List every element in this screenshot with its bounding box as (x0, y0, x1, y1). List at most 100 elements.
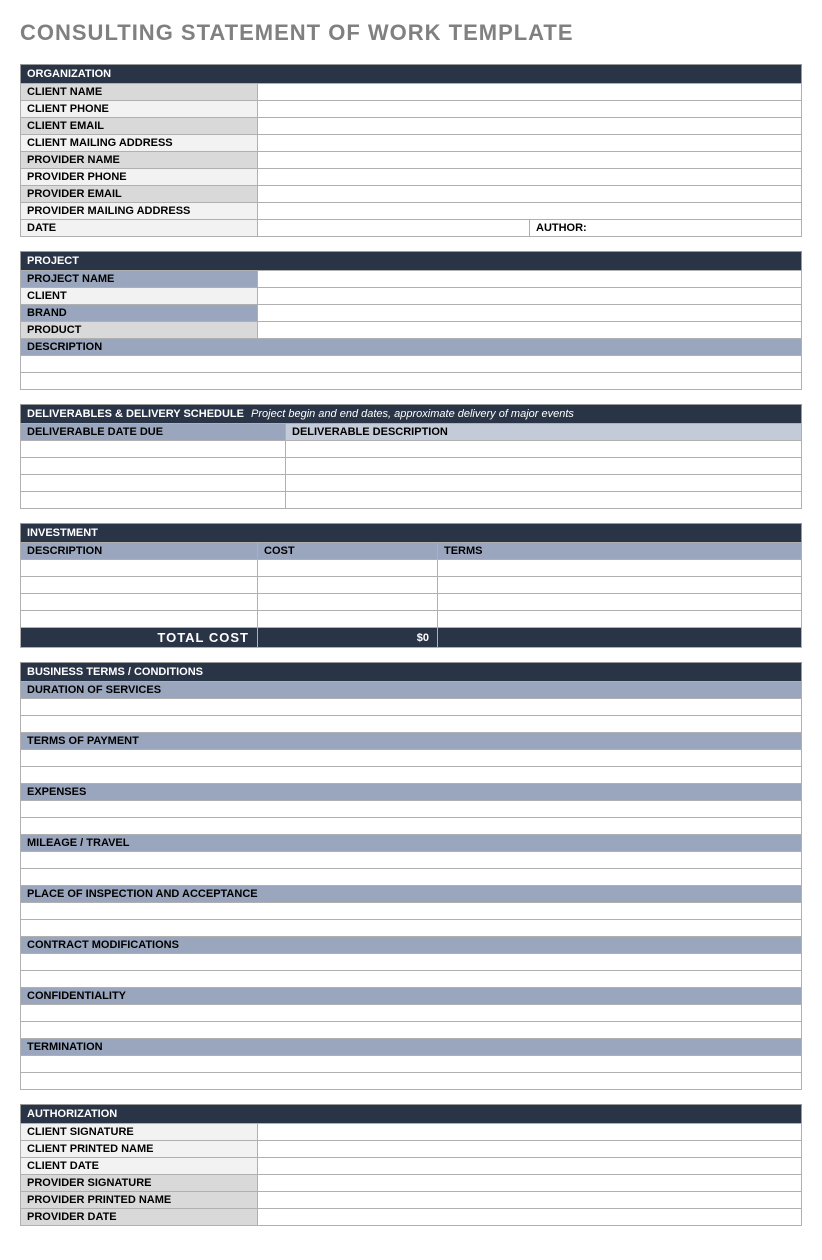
project-value[interactable] (258, 288, 802, 305)
investment-table: DESCRIPTION COST TERMS TOTAL COST $0 (20, 542, 802, 648)
org-value[interactable] (258, 101, 802, 118)
inv-desc-cell[interactable] (21, 577, 258, 594)
date-value[interactable] (258, 220, 530, 237)
org-label: CLIENT NAME (21, 84, 258, 101)
auth-label: PROVIDER PRINTED NAME (21, 1192, 258, 1209)
auth-value[interactable] (258, 1124, 802, 1141)
auth-value[interactable] (258, 1175, 802, 1192)
term-value[interactable] (21, 1073, 802, 1090)
term-value[interactable] (21, 1005, 802, 1022)
term-value[interactable] (21, 920, 802, 937)
term-value[interactable] (21, 869, 802, 886)
deliverables-section: DELIVERABLES & DELIVERY SCHEDULE Project… (20, 404, 802, 509)
project-label: BRAND (21, 305, 258, 322)
project-label: PROJECT NAME (21, 271, 258, 288)
inv-cost-cell[interactable] (258, 611, 438, 628)
org-label: PROVIDER PHONE (21, 169, 258, 186)
project-value[interactable] (258, 305, 802, 322)
deliverable-date-cell[interactable] (21, 475, 286, 492)
deliverable-desc-cell[interactable] (286, 458, 802, 475)
authorization-header: AUTHORIZATION (20, 1104, 802, 1123)
deliverable-desc-cell[interactable] (286, 492, 802, 509)
project-value[interactable] (258, 322, 802, 339)
term-label: TERMS OF PAYMENT (21, 733, 802, 750)
term-value[interactable] (21, 716, 802, 733)
term-label: MILEAGE / TRAVEL (21, 835, 802, 852)
authorization-section: AUTHORIZATION CLIENT SIGNATURECLIENT PRI… (20, 1104, 802, 1226)
deliverable-date-cell[interactable] (21, 441, 286, 458)
investment-header: INVESTMENT (20, 523, 802, 542)
auth-label: PROVIDER DATE (21, 1209, 258, 1226)
deliverables-header-text: DELIVERABLES & DELIVERY SCHEDULE (27, 408, 244, 420)
org-value[interactable] (258, 135, 802, 152)
term-value[interactable] (21, 699, 802, 716)
deliverables-header: DELIVERABLES & DELIVERY SCHEDULE Project… (20, 404, 802, 423)
deliverable-desc-cell[interactable] (286, 441, 802, 458)
org-value[interactable] (258, 186, 802, 203)
deliverable-desc-header: DELIVERABLE DESCRIPTION (286, 424, 802, 441)
deliverable-desc-cell[interactable] (286, 475, 802, 492)
description-label: DESCRIPTION (21, 339, 802, 356)
term-value[interactable] (21, 852, 802, 869)
terms-section: BUSINESS TERMS / CONDITIONS DURATION OF … (20, 662, 802, 1090)
term-value[interactable] (21, 903, 802, 920)
term-value[interactable] (21, 750, 802, 767)
deliverable-date-cell[interactable] (21, 492, 286, 509)
org-value[interactable] (258, 203, 802, 220)
auth-value[interactable] (258, 1158, 802, 1175)
term-label: PLACE OF INSPECTION AND ACCEPTANCE (21, 886, 802, 903)
term-value[interactable] (21, 971, 802, 988)
description-cell[interactable] (21, 373, 802, 390)
inv-terms-cell[interactable] (438, 611, 802, 628)
auth-label: CLIENT DATE (21, 1158, 258, 1175)
term-value[interactable] (21, 818, 802, 835)
term-value[interactable] (21, 1022, 802, 1039)
inv-terms-header: TERMS (438, 543, 802, 560)
term-label: DURATION OF SERVICES (21, 682, 802, 699)
org-value[interactable] (258, 84, 802, 101)
org-value[interactable] (258, 152, 802, 169)
auth-value[interactable] (258, 1209, 802, 1226)
inv-cost-cell[interactable] (258, 560, 438, 577)
auth-label: CLIENT PRINTED NAME (21, 1141, 258, 1158)
inv-desc-cell[interactable] (21, 560, 258, 577)
org-value[interactable] (258, 118, 802, 135)
auth-label: PROVIDER SIGNATURE (21, 1175, 258, 1192)
deliverables-subtitle: Project begin and end dates, approximate… (251, 408, 574, 420)
org-label: CLIENT EMAIL (21, 118, 258, 135)
inv-cost-cell[interactable] (258, 577, 438, 594)
inv-desc-header: DESCRIPTION (21, 543, 258, 560)
org-value[interactable] (258, 169, 802, 186)
project-section: PROJECT PROJECT NAMECLIENTBRANDPRODUCT D… (20, 251, 802, 390)
organization-header: ORGANIZATION (20, 64, 802, 83)
org-label: PROVIDER NAME (21, 152, 258, 169)
project-value[interactable] (258, 271, 802, 288)
deliverable-date-cell[interactable] (21, 458, 286, 475)
inv-terms-cell[interactable] (438, 577, 802, 594)
term-label: CONTRACT MODIFICATIONS (21, 937, 802, 954)
term-value[interactable] (21, 954, 802, 971)
inv-terms-cell[interactable] (438, 594, 802, 611)
inv-cost-cell[interactable] (258, 594, 438, 611)
term-value[interactable] (21, 767, 802, 784)
org-label: CLIENT MAILING ADDRESS (21, 135, 258, 152)
inv-terms-cell[interactable] (438, 560, 802, 577)
term-value[interactable] (21, 1056, 802, 1073)
inv-desc-cell[interactable] (21, 611, 258, 628)
description-cell[interactable] (21, 356, 802, 373)
page-title: CONSULTING STATEMENT OF WORK TEMPLATE (20, 20, 802, 46)
term-label: TERMINATION (21, 1039, 802, 1056)
auth-value[interactable] (258, 1192, 802, 1209)
inv-desc-cell[interactable] (21, 594, 258, 611)
terms-table: DURATION OF SERVICES TERMS OF PAYMENT EXPE… (20, 681, 802, 1090)
project-label: CLIENT (21, 288, 258, 305)
term-label: CONFIDENTIALITY (21, 988, 802, 1005)
deliverables-table: DELIVERABLE DATE DUE DELIVERABLE DESCRIP… (20, 423, 802, 509)
term-value[interactable] (21, 801, 802, 818)
auth-value[interactable] (258, 1141, 802, 1158)
org-label: PROVIDER EMAIL (21, 186, 258, 203)
terms-header: BUSINESS TERMS / CONDITIONS (20, 662, 802, 681)
total-terms-cell (438, 628, 802, 648)
authorization-table: CLIENT SIGNATURECLIENT PRINTED NAMECLIEN… (20, 1123, 802, 1226)
term-label: EXPENSES (21, 784, 802, 801)
